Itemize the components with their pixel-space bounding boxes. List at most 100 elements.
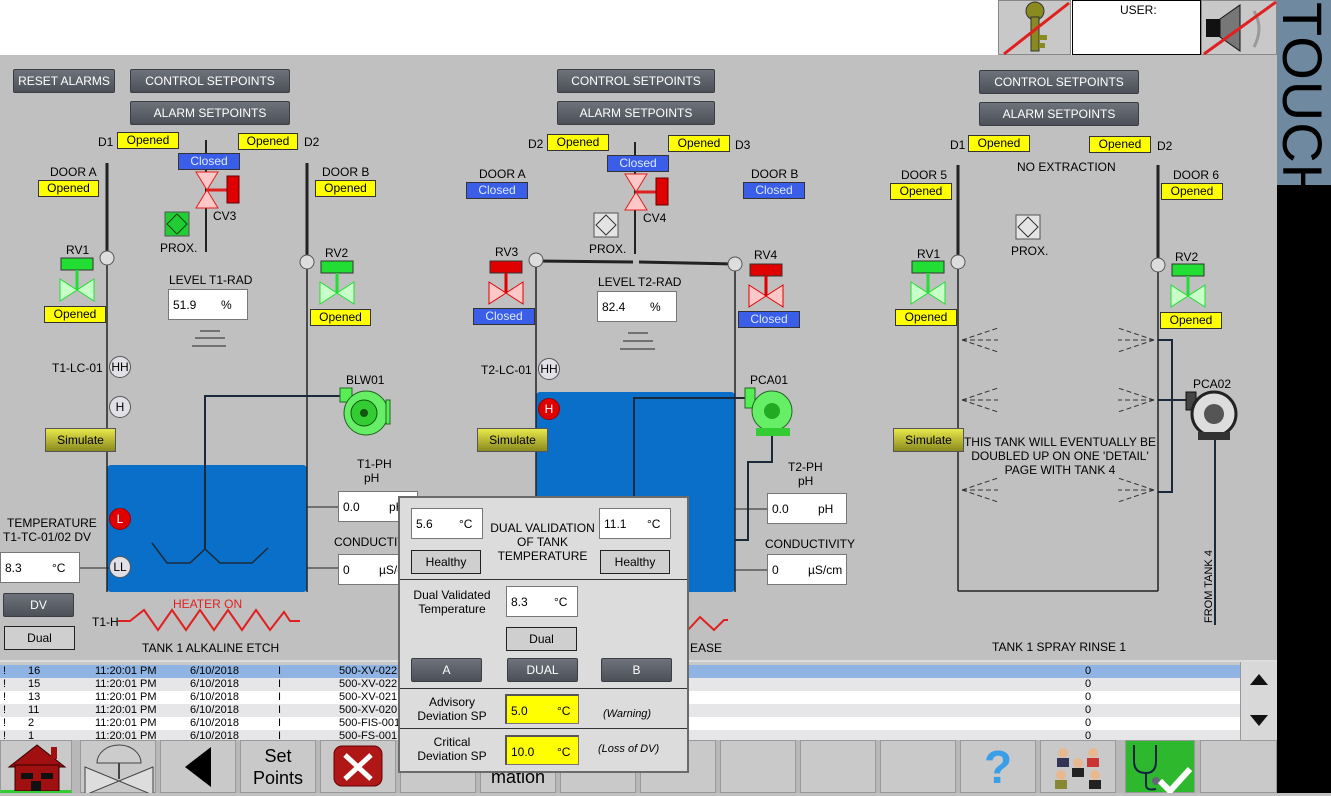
- tank2-d3-label: D3: [735, 138, 751, 152]
- tank3-alarm-setpoints-button[interactable]: ALARM SETPOINTS: [979, 102, 1139, 126]
- tank1-door-a-label: DOOR A: [50, 165, 97, 179]
- tank2-d3-status: Opened: [668, 135, 730, 152]
- dual-mode-button[interactable]: Dual: [4, 626, 75, 650]
- tank1-control-setpoints-button[interactable]: CONTROL SETPOINTS: [130, 69, 290, 93]
- tank2-alarm-setpoints-button[interactable]: ALARM SETPOINTS: [557, 101, 715, 125]
- tank1-door-b-label: DOOR B: [322, 165, 370, 179]
- stethoscope-icon: [1133, 745, 1193, 796]
- tank3-control-setpoints-button[interactable]: CONTROL SETPOINTS: [979, 70, 1139, 94]
- tank1-d1-label: D1: [98, 135, 114, 149]
- tank2-hinge-left: [528, 252, 544, 268]
- alarm-cell: 0: [1085, 717, 1092, 729]
- users-button[interactable]: [1040, 740, 1116, 793]
- tank1-lc-label: T1-LC-01: [52, 361, 103, 375]
- scroll-up-button[interactable]: [1250, 674, 1268, 685]
- tank1-level-display: 51.9%: [168, 289, 248, 320]
- rv1-valve-icon: [59, 257, 95, 302]
- dv-display: 8.3 °C: [506, 586, 578, 617]
- svg-text:?: ?: [984, 741, 1012, 793]
- tank3-d2-label: D2: [1157, 139, 1173, 153]
- pca01-label: PCA01: [750, 373, 789, 387]
- tank1-level-unit: %: [221, 298, 232, 312]
- sensor-b-status: Healthy: [600, 550, 670, 574]
- critical-label-line2: Deviation SP: [417, 749, 487, 763]
- from-tank4-label: FROM TANK 4: [1203, 550, 1215, 623]
- dual-validation-popup: 5.6 °C Healthy DUAL VALIDATION OF TANK TE…: [398, 496, 689, 773]
- setpoints-button[interactable]: Set Points: [240, 740, 316, 793]
- tools-icon: [333, 745, 383, 787]
- diagnostics-button[interactable]: [1125, 740, 1195, 796]
- tank2-cond-label: CONDUCTIVITY: [765, 537, 855, 551]
- valves-button[interactable]: [80, 740, 156, 796]
- sensor-a-status: Healthy: [411, 550, 481, 574]
- tank1-level-value: 51.9: [173, 298, 197, 312]
- home-button[interactable]: [0, 740, 72, 793]
- tank3-d1-label: D1: [950, 138, 966, 152]
- critical-setpoint-input[interactable]: 10.0 °C: [505, 735, 579, 765]
- select-dual-button[interactable]: DUAL: [507, 658, 578, 682]
- dv-value: 8.3: [511, 595, 528, 609]
- sensor-a-unit: °C: [459, 517, 473, 531]
- tank1-door-b-status: Opened: [315, 180, 376, 197]
- dv-label-line2: Temperature: [418, 602, 486, 616]
- tank1-ph-sub: pH: [364, 471, 380, 485]
- rv2-valve-icon: [319, 260, 355, 305]
- dv-unit: °C: [554, 595, 568, 609]
- heater-status: HEATER ON: [173, 597, 243, 611]
- help-button[interactable]: ?: [960, 740, 1036, 793]
- tank3-d2-status: Opened: [1089, 136, 1151, 153]
- alarm-scrollbar[interactable]: [1240, 662, 1277, 740]
- critical-label-line1: Critical: [433, 735, 471, 749]
- critical-unit: °C: [557, 745, 571, 759]
- cv3-valve-icon: [195, 171, 240, 209]
- sensor-a-value: 5.6: [416, 517, 433, 531]
- select-b-button[interactable]: B: [601, 658, 672, 682]
- valve-icon: [84, 744, 154, 796]
- tank1-hinge-right: [299, 254, 315, 270]
- advisory-setpoint-input[interactable]: 5.0 °C: [505, 694, 579, 724]
- tank1-door-a-status: Opened: [38, 180, 99, 197]
- toolbar-empty-3[interactable]: [720, 740, 796, 793]
- tank3-simulate-button[interactable]: Simulate: [893, 428, 964, 452]
- alarm-cell: 500-XV-022: [339, 678, 398, 690]
- tank2-simulate-button[interactable]: Simulate: [477, 428, 548, 452]
- setpoints-label-line2: Points: [252, 768, 304, 788]
- cv4-label: CV4: [643, 211, 667, 225]
- tank2-h-indicator: H: [538, 398, 560, 420]
- tank1-alarm-setpoints-button[interactable]: ALARM SETPOINTS: [130, 101, 290, 125]
- dv-button[interactable]: DV: [3, 593, 74, 617]
- maintenance-button[interactable]: [320, 740, 396, 793]
- toolbar-empty-4[interactable]: [800, 740, 876, 793]
- select-a-button[interactable]: A: [411, 658, 482, 682]
- tank2-control-setpoints-button[interactable]: CONTROL SETPOINTS: [557, 69, 715, 93]
- tank1-simulate-button[interactable]: Simulate: [45, 428, 116, 452]
- tank2-ph-unit: pH: [818, 502, 834, 516]
- tank3-rv2-label: RV2: [1175, 250, 1199, 264]
- alarm-cell: !: [3, 717, 7, 729]
- toolbar-empty-5[interactable]: [880, 740, 956, 793]
- back-button[interactable]: [160, 740, 236, 793]
- spray-nozzle-icon: [961, 327, 1155, 353]
- rv3-valve-icon: [488, 260, 524, 305]
- door5-status: Opened: [890, 183, 952, 200]
- rv1-status: Opened: [44, 306, 106, 323]
- cv4-status: Closed: [607, 155, 669, 172]
- back-arrow-icon: [185, 747, 211, 787]
- tank1-temp-display[interactable]: 8.3 °C: [0, 552, 80, 583]
- tank1-level-label: LEVEL T1-RAD: [169, 273, 253, 287]
- reset-alarms-button[interactable]: RESET ALARMS: [13, 69, 115, 93]
- tank1-h-indicator: H: [109, 396, 131, 418]
- alarm-cell: 6/10/2018: [190, 691, 239, 703]
- tank1-prox-label: PROX.: [160, 241, 198, 255]
- alarm-cell: 2: [28, 717, 35, 729]
- tank3-d1-status: Opened: [968, 135, 1030, 152]
- home-icon: [7, 744, 67, 792]
- alarm-cell: 15: [28, 678, 41, 690]
- advisory-value: 5.0: [511, 704, 528, 718]
- tank2-lid-right: [638, 260, 736, 266]
- advisory-note: (Warning): [603, 708, 652, 720]
- scroll-down-button[interactable]: [1250, 715, 1268, 726]
- toolbar-empty-6[interactable]: [1200, 740, 1277, 793]
- sensor-b-unit: °C: [647, 517, 661, 531]
- alarm-cell: 0: [1085, 665, 1092, 677]
